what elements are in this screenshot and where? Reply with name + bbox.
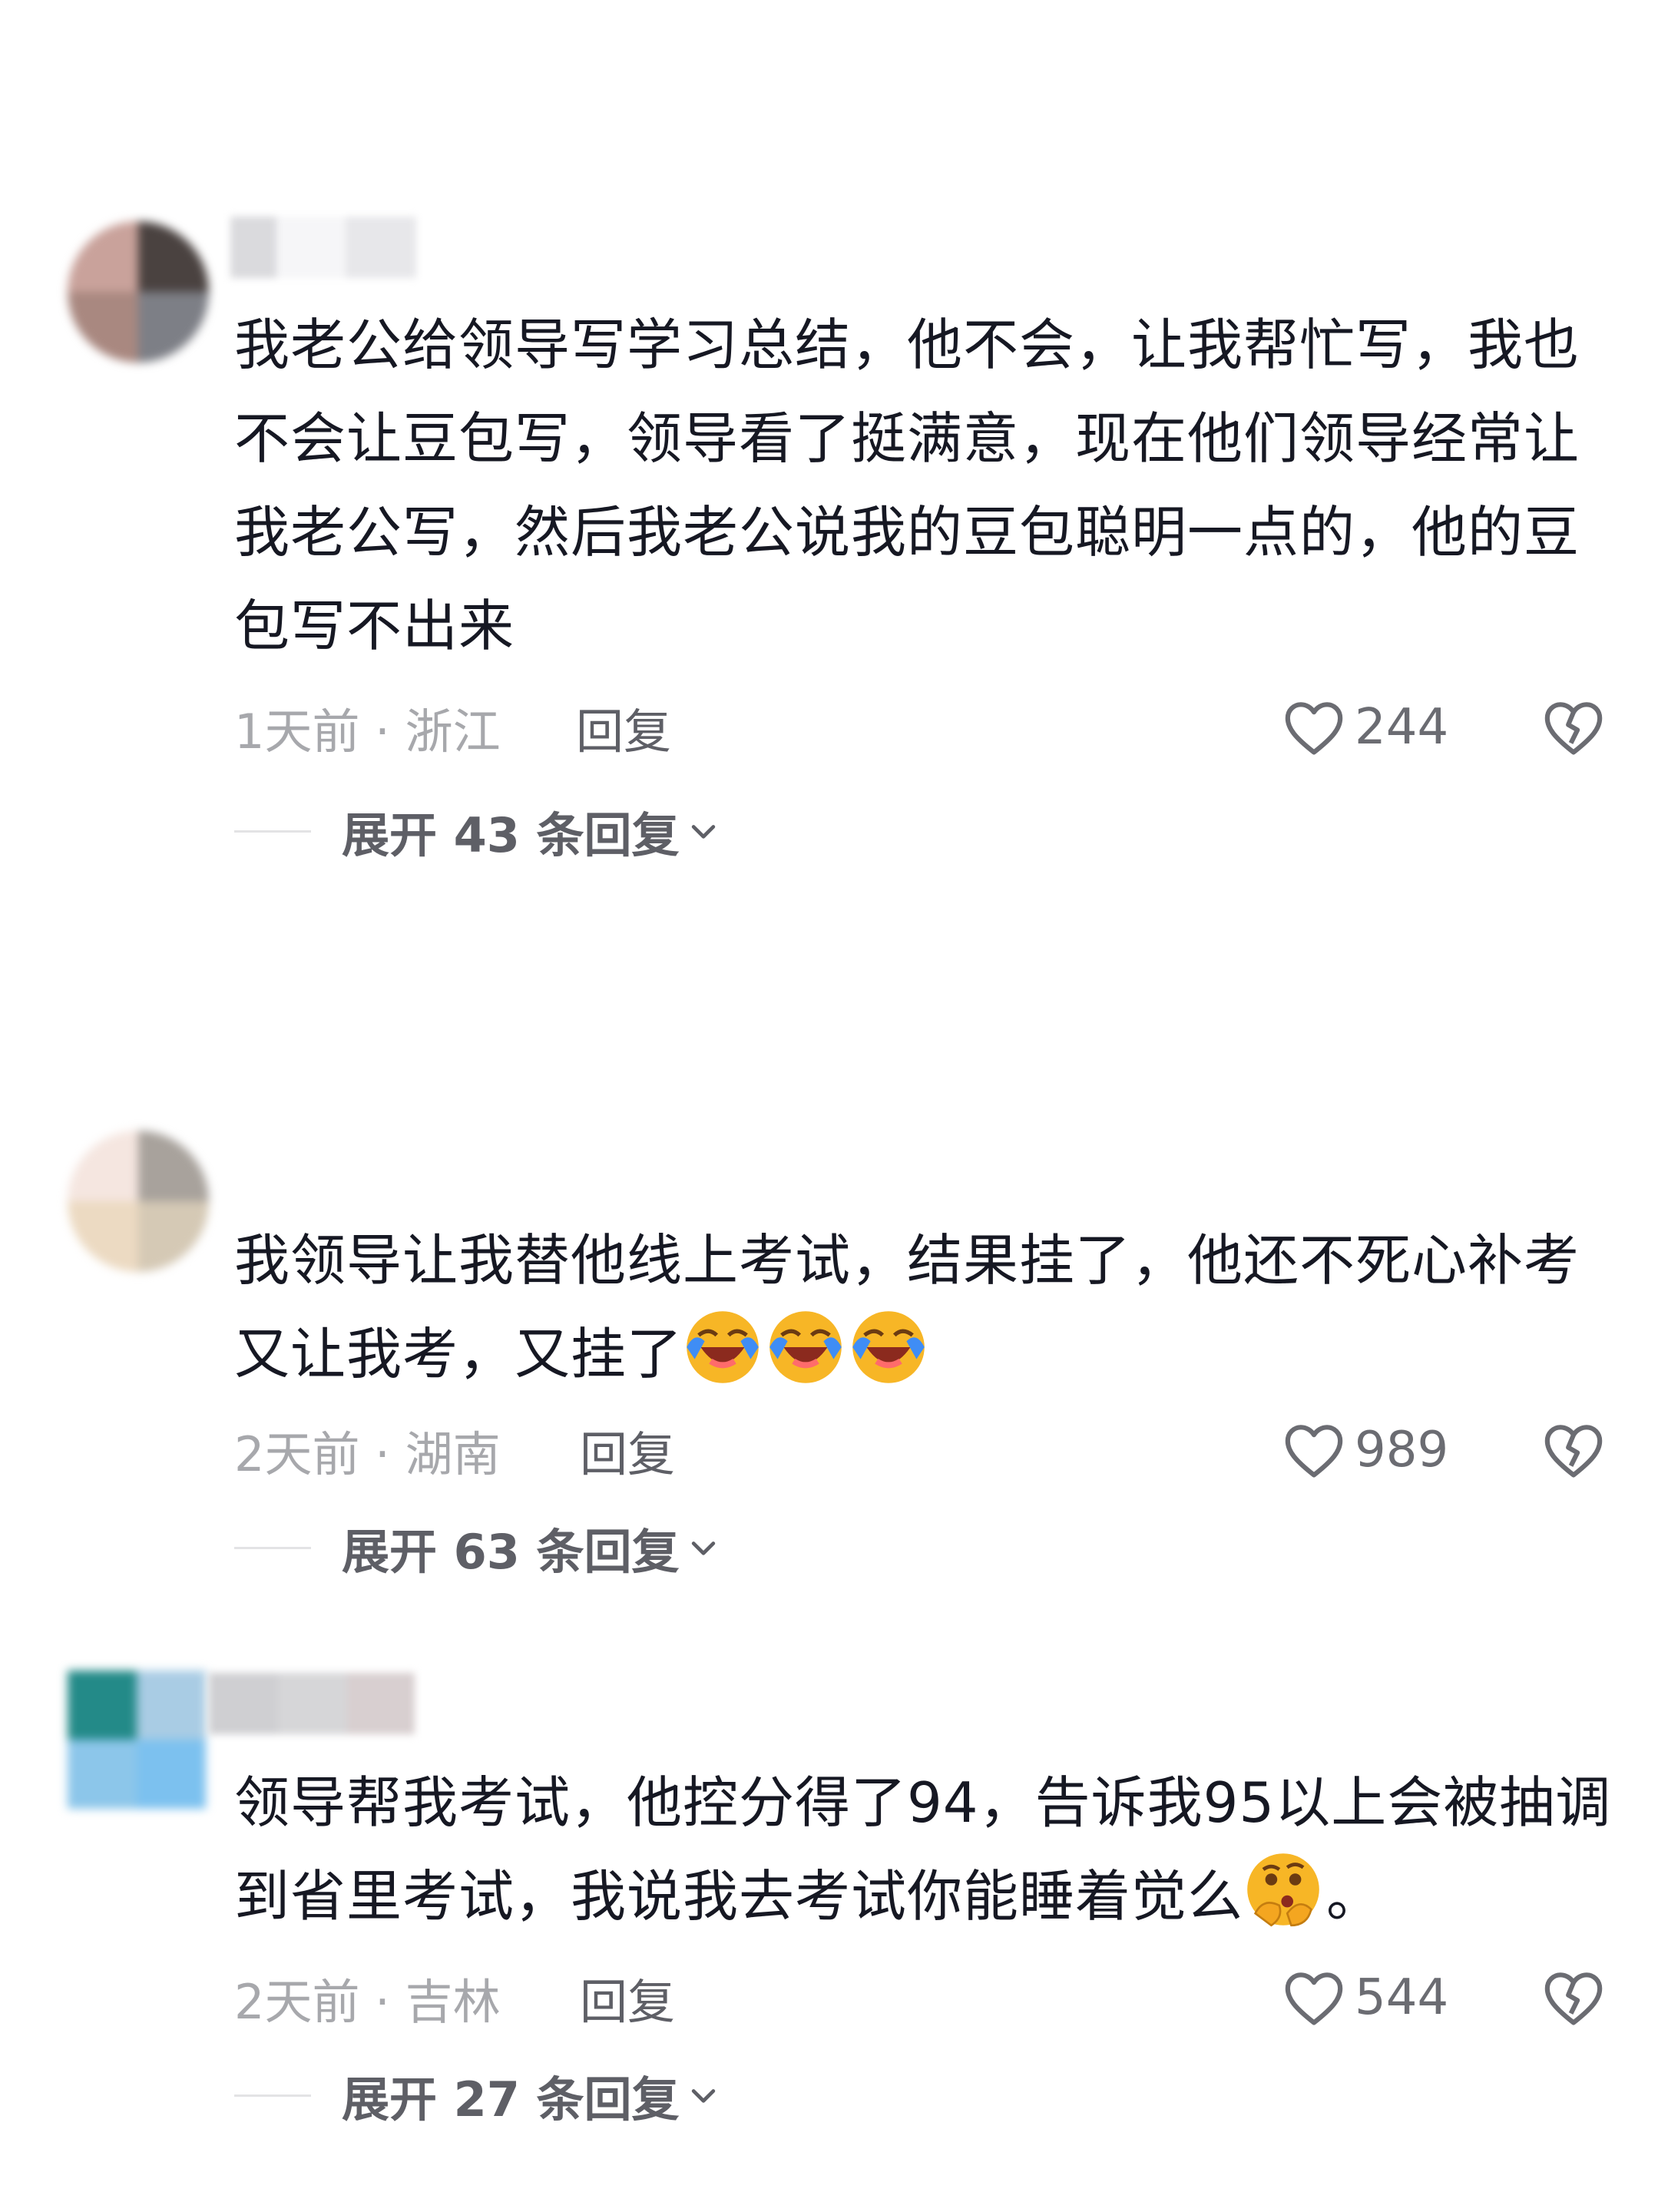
heart-icon	[1285, 1972, 1343, 2025]
comment-text: 我老公给领导写学习总结，他不会，让我帮忙写，我也不会让豆包写，领导看了挺满意，现…	[234, 313, 1580, 658]
divider	[234, 830, 311, 833]
expand-replies-label: 展开 63 条回复	[342, 1524, 680, 1580]
username[interactable]	[230, 217, 416, 278]
heart-icon	[1285, 1425, 1343, 1478]
heart-icon	[1285, 702, 1343, 755]
divider	[234, 1546, 311, 1549]
comment-meta: 2天前 · 湖南 回复	[234, 1416, 675, 1485]
crying-laughing-emoji	[769, 1311, 842, 1383]
comment-text-ending: 。	[1326, 1864, 1383, 1929]
like-count: 544	[1355, 1969, 1449, 2026]
like-button[interactable]: 244	[1282, 693, 1448, 762]
like-count: 244	[1355, 699, 1449, 756]
avatar[interactable]	[68, 1131, 209, 1272]
crying-laughing-emoji	[852, 1311, 925, 1383]
comment-meta: 1天前 · 浙江 回复	[234, 693, 671, 762]
comment-text: 领导帮我考试，他控分得了94，告诉我95以上会被抽调到省里考试，我说我去考试你能…	[234, 1756, 1617, 1943]
expand-replies[interactable]: 展开 43 条回复	[234, 796, 720, 866]
crying-laughing-emoji	[687, 1311, 759, 1383]
like-count: 989	[1355, 1422, 1449, 1479]
broken-heart-icon[interactable]	[1542, 1969, 1605, 2027]
expand-replies-label: 展开 27 条回复	[342, 2071, 680, 2128]
reply-button[interactable]: 回复	[580, 1416, 675, 1485]
comment-text-content: 领导帮我考试，他控分得了94，告诉我95以上会被抽调到省里考试，我说我去考试你能…	[234, 1770, 1612, 1929]
chevron-down-icon	[692, 2089, 716, 2103]
chevron-down-icon	[692, 825, 716, 839]
username[interactable]	[209, 1673, 415, 1734]
comment-meta: 2天前 · 吉林 回复	[234, 1963, 675, 2032]
expand-replies[interactable]: 展开 27 条回复	[234, 2061, 720, 2130]
broken-heart-icon[interactable]	[1542, 698, 1605, 757]
expand-replies[interactable]: 展开 63 条回复	[234, 1513, 720, 1582]
like-button[interactable]: 544	[1282, 1963, 1448, 2032]
thinking-face-emoji	[1247, 1853, 1319, 1927]
comment-text: 我领导让我替他线上考试，结果挂了，他还不死心补考又让我考，又挂了	[234, 1214, 1617, 1401]
time-location: 1天前 · 浙江	[234, 704, 501, 760]
divider	[234, 2094, 311, 2097]
broken-heart-icon[interactable]	[1542, 1421, 1605, 1479]
time-location: 2天前 · 吉林	[234, 1974, 501, 2030]
reply-button[interactable]: 回复	[576, 693, 671, 762]
expand-replies-label: 展开 43 条回复	[342, 807, 680, 863]
emoji-group	[683, 1311, 932, 1386]
time-location: 2天前 · 湖南	[234, 1426, 501, 1482]
chevron-down-icon	[692, 1541, 716, 1555]
avatar[interactable]	[68, 221, 209, 363]
avatar[interactable]	[68, 1671, 206, 1809]
reply-button[interactable]: 回复	[580, 1963, 675, 2032]
like-button[interactable]: 989	[1282, 1416, 1448, 1485]
